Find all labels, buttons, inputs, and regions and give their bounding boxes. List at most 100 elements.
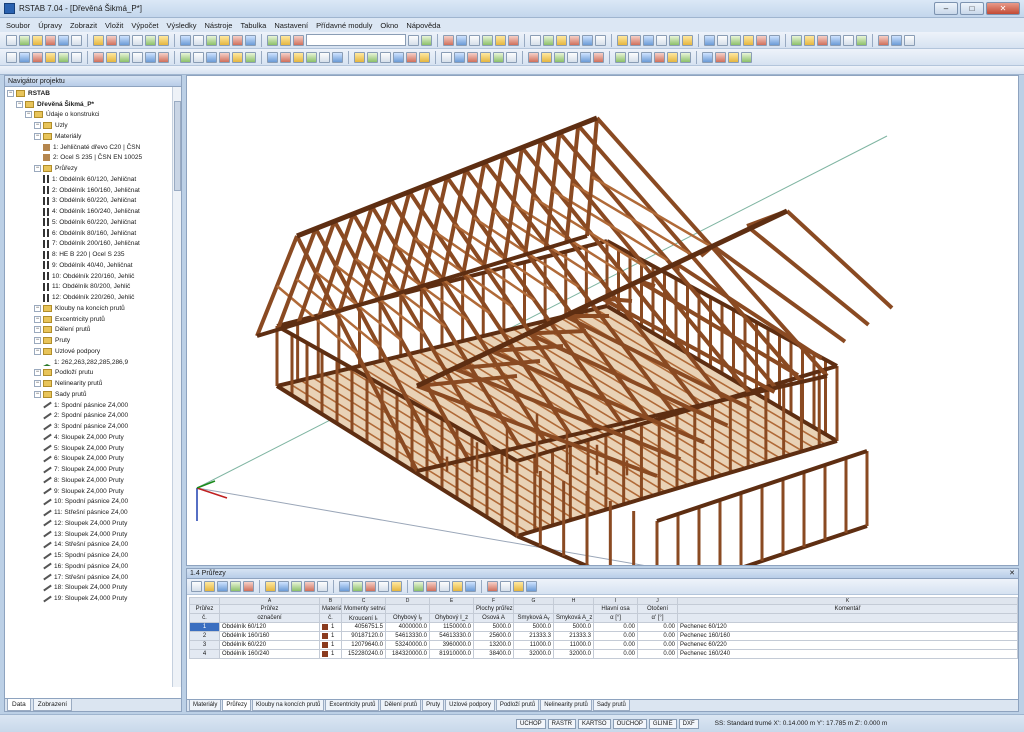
toolbar-icon[interactable] [45, 34, 56, 46]
tree-item[interactable]: 1: Spodní pásnice Z4,000 [5, 400, 173, 411]
toolbar-icon[interactable] [45, 51, 56, 63]
toolbar-icon[interactable] [467, 51, 478, 63]
table-tab[interactable]: Podloží prutů [495, 700, 540, 711]
expand-icon[interactable]: − [34, 369, 41, 377]
tree-item[interactable]: 3: Obdélník 60/220, Jehličnat [5, 196, 173, 207]
table-tab[interactable]: Excentricity prutů [325, 700, 380, 711]
panel-toolbar-icon[interactable] [204, 581, 215, 592]
status-toggle-button[interactable]: KARTSO [578, 718, 611, 729]
panel-toolbar-icon[interactable] [465, 581, 476, 592]
tree-item[interactable]: − Uzlové podpory [5, 346, 173, 357]
navigator-tab[interactable]: Zobrazení [32, 699, 73, 711]
toolbar-icon[interactable] [406, 51, 417, 63]
expand-icon[interactable]: − [34, 326, 41, 334]
table-tab[interactable]: Nelinearity prutů [540, 700, 592, 711]
toolbar-icon[interactable] [643, 34, 654, 46]
toolbar-icon[interactable] [617, 34, 628, 46]
table-cell[interactable]: Obdélník 160/160 [219, 631, 320, 641]
toolbar-icon[interactable] [628, 51, 639, 63]
scroll-thumb[interactable] [174, 101, 181, 191]
table-cell[interactable]: 4056751.5 [341, 622, 386, 632]
toolbar-icon[interactable] [630, 34, 641, 46]
toolbar-icon[interactable] [756, 34, 767, 46]
toolbar-icon[interactable] [508, 34, 519, 46]
toolbar-icon[interactable] [421, 34, 432, 46]
toolbar-icon[interactable] [493, 51, 504, 63]
toolbar-icon[interactable] [582, 34, 593, 46]
toolbar-icon[interactable] [580, 51, 591, 63]
toolbar-icon[interactable] [380, 51, 391, 63]
toolbar-icon[interactable] [595, 34, 606, 46]
panel-toolbar-icon[interactable] [230, 581, 241, 592]
table-cell[interactable]: 1 [319, 640, 342, 650]
table-cell[interactable]: Pechenec 60/120 [677, 622, 1018, 632]
panel-toolbar-icon[interactable] [365, 581, 376, 592]
panel-toolbar-icon[interactable] [378, 581, 389, 592]
table-cell[interactable]: Pechenec 60/220 [677, 640, 1018, 650]
panel-toolbar-icon[interactable] [339, 581, 350, 592]
table-cell[interactable]: 5000.0 [553, 622, 594, 632]
tree-item[interactable]: 14: Střešní pásnice Z4,00 [5, 540, 173, 551]
toolbar-icon[interactable] [132, 34, 143, 46]
maximize-button[interactable]: □ [960, 2, 984, 15]
toolbar-icon[interactable] [158, 34, 169, 46]
toolbar-icon[interactable] [443, 34, 454, 46]
panel-toolbar-icon[interactable] [452, 581, 463, 592]
table-cell[interactable]: 5000.0 [513, 622, 554, 632]
toolbar-icon[interactable] [71, 34, 82, 46]
navigator-scrollbar[interactable] [172, 87, 181, 687]
table-row[interactable]: 1 Obdélník 60/120 1 4056751.5 4000000.0 11500… [189, 622, 1018, 632]
table-cell[interactable]: 53240000.0 [385, 640, 430, 650]
table-row[interactable]: 2 Obdélník 160/160 1 90187120.0 54613330.0 54… [189, 631, 1018, 641]
toolbar-icon[interactable] [180, 34, 191, 46]
tree-item[interactable]: 13: Sloupek Z4,000 Pruty [5, 529, 173, 540]
toolbar-icon[interactable] [569, 34, 580, 46]
table-tab[interactable]: Uzlové podpory [445, 700, 495, 711]
expand-icon[interactable]: − [34, 390, 41, 398]
tree-item[interactable]: 5: Obdélník 60/220, Jehličnat [5, 217, 173, 228]
table-tab[interactable]: Sady prutů [592, 700, 630, 711]
toolbar-icon[interactable] [904, 34, 915, 46]
tree-item[interactable]: 18: Sloupek Z4,000 Pruty [5, 583, 173, 594]
toolbar-icon[interactable] [119, 34, 130, 46]
table-cell[interactable]: 0.00 [593, 622, 638, 632]
table-cell[interactable]: 11000.0 [513, 640, 554, 650]
toolbar-icon[interactable] [280, 34, 291, 46]
table-cell[interactable]: 54613330.0 [429, 631, 474, 641]
tree-item[interactable]: − Klouby na koncích prutů [5, 303, 173, 314]
toolbar-icon[interactable] [480, 51, 491, 63]
toolbar-icon[interactable] [206, 51, 217, 63]
toolbar-icon[interactable] [669, 34, 680, 46]
menu-item[interactable]: Okno [380, 21, 398, 30]
toolbar-icon[interactable] [206, 34, 217, 46]
toolbar-icon[interactable] [232, 34, 243, 46]
toolbar-icon[interactable] [456, 34, 467, 46]
toolbar-icon[interactable] [245, 34, 256, 46]
panel-toolbar-icon[interactable] [191, 581, 202, 592]
tree-item[interactable]: 12: Sloupek Z4,000 Pruty [5, 518, 173, 529]
table-cell[interactable]: 152280240.0 [341, 649, 386, 659]
tree-item[interactable]: 9: Sloupek Z4,000 Pruty [5, 486, 173, 497]
menu-item[interactable]: Přídavné moduly [316, 21, 372, 30]
toolbar-icon[interactable] [615, 51, 626, 63]
toolbar-icon[interactable] [408, 34, 419, 46]
tree-item[interactable]: 7: Obdélník 200/160, Jehličnat [5, 239, 173, 250]
table-cell[interactable]: 1 [319, 622, 342, 632]
table-cell[interactable]: 13200.0 [473, 640, 514, 650]
toolbar-icon[interactable] [454, 51, 465, 63]
tree-item[interactable]: 8: HE B 220 | Ocel S 235 [5, 249, 173, 260]
table-cell[interactable]: 21333.3 [553, 631, 594, 641]
toolbar-icon[interactable] [469, 34, 480, 46]
table-cell[interactable]: 0.00 [637, 640, 678, 650]
panel-toolbar-icon[interactable] [426, 581, 437, 592]
toolbar-icon[interactable] [680, 51, 691, 63]
tree-item[interactable]: 17: Střešní pásnice Z4,00 [5, 572, 173, 583]
close-button[interactable]: ✕ [986, 2, 1020, 15]
table-cell[interactable]: 3 [189, 640, 220, 650]
toolbar-icon[interactable] [19, 51, 30, 63]
tree-item[interactable]: 19: Sloupek Z4,000 Pruty [5, 593, 173, 604]
toolbar-icon[interactable] [817, 34, 828, 46]
table-cell[interactable]: Pechenec 160/240 [677, 649, 1018, 659]
toolbar-icon[interactable] [293, 51, 304, 63]
table-cell[interactable]: 1 [319, 631, 342, 641]
